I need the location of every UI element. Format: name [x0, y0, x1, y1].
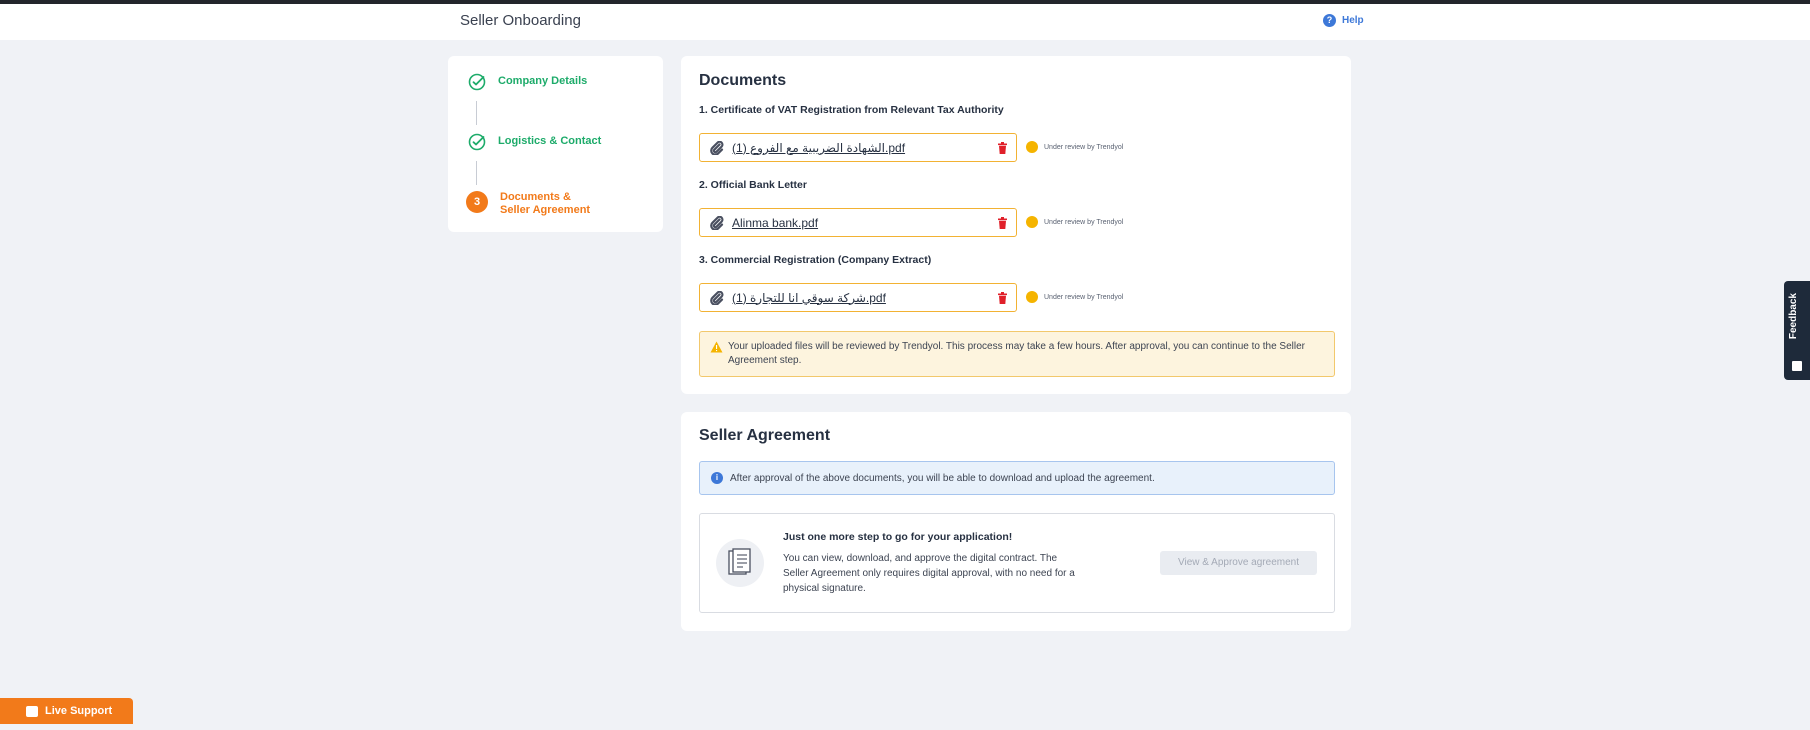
step-company-details[interactable]: Company Details — [468, 73, 587, 91]
header: Seller Onboarding ? Help — [0, 4, 1810, 40]
status-dot — [1026, 216, 1038, 228]
step-connector — [476, 161, 477, 185]
live-support-label: Live Support — [45, 705, 113, 717]
agreement-title: Seller Agreement — [699, 427, 831, 444]
agreement-heading: Just one more step to go for your applic… — [783, 531, 1013, 543]
file-field-commercial[interactable]: شركة سوقي انا للتجارة (1).pdf — [699, 283, 1017, 312]
live-support-button[interactable]: Live Support — [0, 698, 133, 724]
file-field-vat[interactable]: الشهادة الضريبية مع الفروع (1).pdf — [699, 133, 1017, 162]
documents-title: Documents — [699, 72, 787, 89]
info-text: After approval of the above documents, y… — [730, 472, 1155, 484]
status-text: Under review by Trendyol — [1044, 143, 1124, 151]
status-indicator: Under review by Trendyol — [1026, 291, 1123, 303]
file-name-link[interactable]: الشهادة الضريبية مع الفروع (1).pdf — [732, 141, 905, 155]
trash-icon[interactable] — [997, 292, 1008, 304]
doc-label-bank: 2. Official Bank Letter — [699, 179, 807, 191]
contract-icon — [716, 539, 764, 587]
check-circle-icon — [468, 133, 486, 151]
step-connector — [476, 101, 477, 125]
chat-icon — [26, 705, 38, 717]
help-label: Help — [1342, 15, 1364, 26]
help-link[interactable]: ? Help — [1323, 14, 1364, 27]
doc-label-vat: 1. Certificate of VAT Registration from … — [699, 104, 1004, 116]
step-documents-agreement[interactable]: 3 Documents & Seller Agreement — [466, 191, 600, 217]
status-indicator: Under review by Trendyol — [1026, 216, 1123, 228]
file-name-link[interactable]: Alinma bank.pdf — [732, 216, 818, 230]
seller-agreement-card: Seller Agreement i After approval of the… — [681, 412, 1351, 631]
help-icon: ? — [1323, 14, 1336, 27]
status-dot — [1026, 141, 1038, 153]
notice-text: Your uploaded files will be reviewed by … — [728, 341, 1305, 366]
step-label: Company Details — [498, 75, 588, 87]
agreement-info: i After approval of the above documents,… — [699, 461, 1335, 495]
trash-icon[interactable] — [997, 142, 1008, 154]
view-approve-agreement-button[interactable]: View & Approve agreement — [1160, 551, 1317, 575]
info-icon: i — [711, 472, 723, 484]
onboarding-stepper: Company Details Logistics & Contact 3 Do… — [448, 56, 663, 232]
step-number: 3 — [466, 191, 488, 213]
attachment-icon — [710, 290, 724, 305]
agreement-description: You can view, download, and approve the … — [783, 553, 1075, 594]
status-text: Under review by Trendyol — [1044, 218, 1124, 226]
review-notice: Your uploaded files will be reviewed by … — [699, 331, 1335, 377]
feedback-icon — [1792, 361, 1802, 371]
agreement-step-box: Just one more step to go for your applic… — [699, 513, 1335, 613]
page-title: Seller Onboarding — [460, 12, 581, 29]
status-indicator: Under review by Trendyol — [1026, 141, 1123, 153]
status-text: Under review by Trendyol — [1044, 293, 1124, 301]
step-logistics-contact[interactable]: Logistics & Contact — [468, 133, 601, 151]
trash-icon[interactable] — [997, 217, 1008, 229]
doc-label-commercial: 3. Commercial Registration (Company Extr… — [699, 254, 932, 266]
attachment-icon — [710, 140, 724, 155]
file-name-link[interactable]: شركة سوقي انا للتجارة (1).pdf — [732, 291, 886, 305]
feedback-label: Feedback — [1788, 293, 1799, 340]
step-label: Logistics & Contact — [498, 135, 602, 147]
attachment-icon — [710, 215, 724, 230]
documents-card: Documents 1. Certificate of VAT Registra… — [681, 56, 1351, 394]
step-label: Documents & Seller Agreement — [500, 191, 591, 216]
warning-icon — [710, 341, 723, 353]
feedback-tab[interactable]: Feedback — [1784, 281, 1810, 380]
check-circle-icon — [468, 73, 486, 91]
status-dot — [1026, 291, 1038, 303]
file-field-bank[interactable]: Alinma bank.pdf — [699, 208, 1017, 237]
